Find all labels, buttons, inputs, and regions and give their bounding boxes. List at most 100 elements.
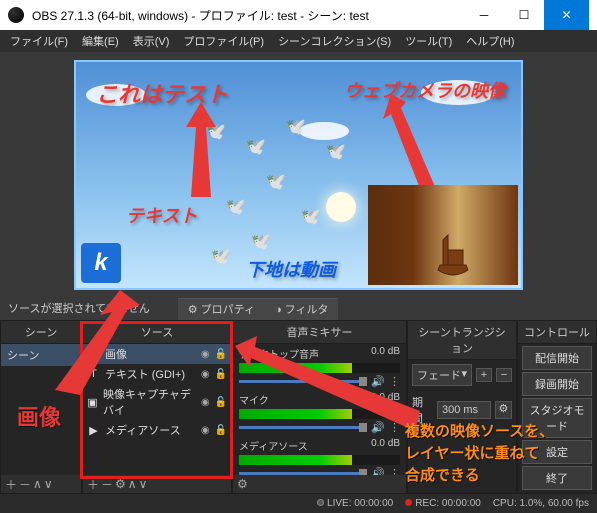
source-item[interactable]: ▣ 映像キャプチャデバイ ◉ 🔓	[83, 384, 231, 420]
lock-toggle[interactable]: 🔓	[215, 397, 227, 408]
mixer-channel: マイク0.0 dB 🔊⋮	[233, 390, 406, 436]
source-toolbar: ソースが選択されていません ⚙プロパティ ◑フィルタ	[0, 298, 597, 320]
duration-input[interactable]: 300 ms	[437, 401, 491, 419]
mixer-meter	[239, 409, 400, 419]
volume-slider[interactable]	[239, 380, 367, 383]
remove-scene-button[interactable]: －	[19, 476, 31, 493]
preview-area: 🕊️ 🕊️ 🕊️ 🕊️ 🕊️ 🕊️ 🕊️ 🕊️ 🕊️ これはテスト テキスト ウ…	[0, 52, 597, 298]
mixer-meter	[239, 363, 400, 373]
filters-button[interactable]: ◑フィルタ	[265, 298, 338, 320]
mixer-db: 0.0 dB	[371, 392, 400, 407]
menu-edit[interactable]: 編集(E)	[76, 31, 125, 51]
scene-item[interactable]: シーン	[1, 344, 81, 366]
transitions-header: シーントランジション	[408, 321, 516, 360]
sources-header: ソース	[83, 321, 231, 344]
source-item[interactable]: ▣ 画像 ◉ 🔓	[83, 344, 231, 364]
transitions-dock: シーントランジション フェード▾ + − 期間 300 ms ⚙	[407, 320, 517, 494]
mixer-db: 0.0 dB	[371, 438, 400, 453]
window-close-button[interactable]: ✕	[544, 0, 589, 30]
source-item[interactable]: ▶ メディアソース ◉ 🔓	[83, 420, 231, 440]
docks-row: シーン シーン ＋ － ∧ ∨ ソース ▣ 画像 ◉ 🔓 T テキスト (GDI…	[0, 320, 597, 494]
transition-add-button[interactable]: +	[476, 368, 492, 382]
mixer-label: メディアソース	[239, 438, 308, 453]
image-icon: ▣	[87, 348, 100, 361]
window-maximize-button[interactable]: ☐	[504, 0, 544, 30]
transition-select[interactable]: フェード▾	[412, 364, 472, 386]
visibility-toggle[interactable]: ◉	[201, 397, 210, 408]
controls-header: コントロール	[518, 321, 596, 344]
live-status: LIVE: 00:00:00	[317, 498, 393, 509]
scene-up-button[interactable]: ∧	[33, 477, 42, 491]
speaker-icon[interactable]: 🔊	[371, 375, 385, 388]
camera-icon: ▣	[87, 396, 98, 409]
lock-toggle[interactable]: 🔓	[215, 425, 227, 436]
add-scene-button[interactable]: ＋	[5, 476, 17, 493]
start-record-button[interactable]: 録画開始	[522, 372, 592, 396]
properties-button[interactable]: ⚙プロパティ	[178, 298, 265, 320]
menu-view[interactable]: 表示(V)	[127, 31, 176, 51]
preview-canvas[interactable]: 🕊️ 🕊️ 🕊️ 🕊️ 🕊️ 🕊️ 🕊️ 🕊️ 🕊️ これはテスト テキスト ウ…	[74, 60, 523, 290]
controls-dock: コントロール 配信開始 録画開始 スタジオモード 設定 終了	[517, 320, 597, 494]
duration-label: 期間	[412, 394, 433, 426]
window-titlebar: OBS 27.1.3 (64-bit, windows) - プロファイル: t…	[0, 0, 597, 30]
volume-slider[interactable]	[239, 426, 367, 429]
mixer-more-icon[interactable]: ⋮	[389, 421, 400, 434]
menu-file[interactable]: ファイル(F)	[4, 31, 74, 51]
remove-source-button[interactable]: －	[101, 476, 113, 493]
text-icon: T	[87, 368, 100, 380]
mixer-label: デスクトップ音声	[239, 346, 319, 361]
source-down-button[interactable]: ∨	[139, 477, 148, 491]
visibility-toggle[interactable]: ◉	[201, 349, 210, 360]
window-title: OBS 27.1.3 (64-bit, windows) - プロファイル: t…	[32, 7, 369, 24]
studio-mode-button[interactable]: スタジオモード	[522, 398, 592, 438]
mixer-settings-button[interactable]: ⚙	[237, 477, 248, 491]
menu-scene-collection[interactable]: シーンコレクション(S)	[272, 31, 397, 51]
exit-button[interactable]: 終了	[522, 466, 592, 490]
scenes-dock: シーン シーン ＋ － ∧ ∨	[0, 320, 82, 494]
webcam-feed	[368, 185, 518, 285]
mixer-more-icon[interactable]: ⋮	[389, 375, 400, 388]
rec-status: REC: 00:00:00	[405, 498, 481, 509]
transition-settings-button[interactable]: ⚙	[495, 401, 512, 419]
overlay-text-text: テキスト	[126, 202, 197, 228]
speaker-icon[interactable]: 🔊	[371, 421, 385, 434]
source-label: メディアソース	[105, 422, 181, 438]
menu-bar: ファイル(F) 編集(E) 表示(V) プロファイル(P) シーンコレクション(…	[0, 30, 597, 52]
scene-down-button[interactable]: ∨	[44, 477, 53, 491]
lock-toggle[interactable]: 🔓	[215, 369, 227, 380]
menu-help[interactable]: ヘルプ(H)	[460, 31, 520, 51]
mixer-meter	[239, 455, 400, 465]
arrow-icon	[176, 102, 226, 202]
badge-k-icon: k	[81, 243, 121, 283]
source-label: 映像キャプチャデバイ	[103, 386, 196, 418]
cpu-status: CPU: 1.0%, 60.00 fps	[493, 498, 589, 509]
source-settings-button[interactable]: ⚙	[115, 477, 126, 491]
mixer-channel: メディアソース 0.0 dB 🔊 ⋮	[233, 436, 406, 475]
transition-remove-button[interactable]: −	[496, 368, 512, 382]
menu-profile[interactable]: プロファイル(P)	[177, 31, 270, 51]
visibility-toggle[interactable]: ◉	[201, 425, 210, 436]
sources-dock: ソース ▣ 画像 ◉ 🔓 T テキスト (GDI+) ◉ 🔓 ▣ 映像キャプチャ…	[82, 320, 232, 494]
mixer-dock: 音声ミキサー デスクトップ音声0.0 dB 🔊⋮ マイク0.0 dB 🔊⋮ メデ…	[232, 320, 407, 494]
media-icon: ▶	[87, 424, 100, 437]
visibility-toggle[interactable]: ◉	[201, 369, 210, 380]
source-up-button[interactable]: ∧	[128, 477, 137, 491]
status-bar: LIVE: 00:00:00 REC: 00:00:00 CPU: 1.0%, …	[0, 494, 597, 513]
window-minimize-button[interactable]: ─	[464, 0, 504, 30]
source-label: 画像	[105, 346, 127, 362]
mixer-more-icon[interactable]: ⋮	[389, 467, 400, 475]
source-label: テキスト (GDI+)	[105, 366, 185, 382]
source-selection-label: ソースが選択されていません	[0, 298, 158, 320]
speaker-icon[interactable]: 🔊	[371, 467, 385, 475]
settings-button[interactable]: 設定	[522, 440, 592, 464]
chevron-down-icon: ▾	[461, 367, 467, 383]
lock-toggle[interactable]: 🔓	[215, 349, 227, 360]
volume-slider[interactable]	[239, 472, 367, 475]
menu-tools[interactable]: ツール(T)	[399, 31, 458, 51]
source-item[interactable]: T テキスト (GDI+) ◉ 🔓	[83, 364, 231, 384]
mixer-channel: デスクトップ音声 0.0 dB 🔊 ⋮	[233, 344, 406, 390]
mixer-header: 音声ミキサー	[233, 321, 406, 344]
add-source-button[interactable]: ＋	[87, 476, 99, 493]
start-stream-button[interactable]: 配信開始	[522, 346, 592, 370]
mixer-db: 0.0 dB	[371, 346, 400, 361]
